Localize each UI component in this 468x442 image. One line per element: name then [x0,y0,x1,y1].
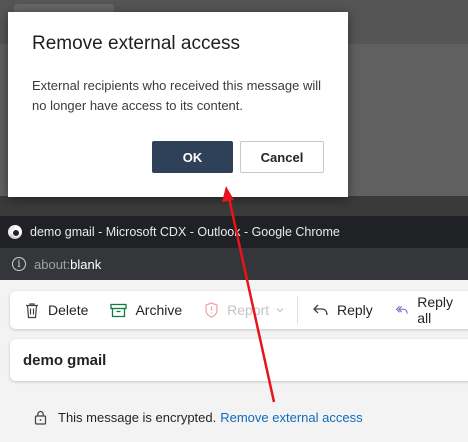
address-bar[interactable]: i about: blank [0,248,468,280]
ok-button[interactable]: OK [152,141,233,173]
reply-label: Reply [336,302,373,318]
dialog-title: Remove external access [32,33,241,54]
encryption-text: This message is encrypted. [58,410,217,425]
url-host: blank [70,256,102,272]
message-subject: demo gmail [23,351,107,369]
info-icon[interactable]: i [12,257,26,271]
archive-icon [110,303,128,317]
reply-button[interactable]: Reply [312,302,373,318]
chevron-down-icon [276,308,284,313]
cancel-button[interactable]: Cancel [240,141,324,173]
lock-icon [34,410,47,425]
encryption-notice: This message is encrypted. Remove extern… [34,410,363,425]
reply-all-button[interactable]: Reply all [395,294,458,326]
dimmed-background-edge [0,196,468,216]
trash-icon [26,302,38,318]
remove-access-dialog: Remove external access External recipien… [8,12,348,197]
browser-title-bar: demo gmail - Microsoft CDX - Outlook - G… [0,216,468,248]
window-title: demo gmail - Microsoft CDX - Outlook - G… [30,225,340,239]
reply-icon [313,304,328,316]
message-toolbar: Delete Archive Report Reply Reply all [10,291,468,329]
delete-label: Delete [48,302,89,318]
delete-button[interactable]: Delete [24,302,88,319]
outlook-content: Delete Archive Report Reply Reply all de… [0,280,468,442]
archive-label: Archive [135,302,183,318]
report-label: Report [227,302,270,318]
dialog-message: External recipients who received this me… [32,78,322,113]
shield-icon [205,302,218,318]
report-button[interactable]: Report [204,302,285,318]
toolbar-divider [297,296,298,324]
reply-all-icon [395,305,408,314]
chrome-logo-icon [8,225,22,239]
remove-external-access-link[interactable]: Remove external access [220,410,362,425]
archive-button[interactable]: Archive [110,302,182,318]
reply-all-label: Reply all [417,294,453,326]
url-scheme: about: [34,256,71,272]
subject-card: demo gmail [10,339,468,381]
